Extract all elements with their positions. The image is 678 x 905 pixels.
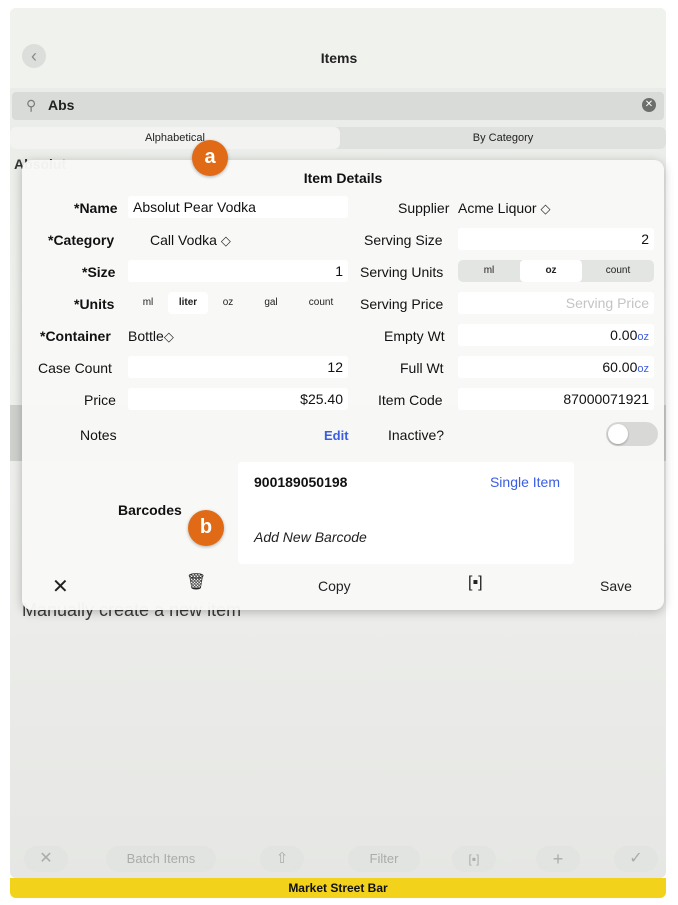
- container-label: *Container: [40, 328, 111, 344]
- serving-unit-oz[interactable]: oz: [520, 260, 582, 282]
- barcode-value[interactable]: 900189050198: [254, 474, 347, 490]
- nav-bar: [10, 8, 666, 88]
- price-label: Price: [84, 392, 116, 408]
- units-label: *Units: [74, 296, 115, 312]
- unit-oz[interactable]: oz: [208, 292, 248, 314]
- callout-badge-a: a: [192, 140, 228, 176]
- bottom-toolbar: ✕ Batch Items ⇧ Filter [▪] + ✓: [10, 838, 666, 878]
- save-button[interactable]: Save: [600, 578, 632, 594]
- item-details-dialog: Item Details *Name Absolut Pear Vodka *C…: [22, 160, 664, 610]
- callout-badge-b: b: [188, 510, 224, 546]
- sort-segmented-control[interactable]: Alphabetical By Category: [10, 127, 666, 149]
- search-input[interactable]: Abs: [48, 97, 74, 113]
- serving-units-label: Serving Units: [360, 264, 444, 280]
- chevron-updown-icon: ◇: [540, 201, 551, 216]
- trash-icon[interactable]: 🗑: [186, 572, 206, 592]
- close-icon[interactable]: ✕: [52, 574, 69, 599]
- unit-liter[interactable]: liter: [168, 292, 208, 314]
- barcodes-label: Barcodes: [118, 502, 182, 518]
- serving-price-placeholder: Serving Price: [565, 295, 649, 311]
- notes-edit-link[interactable]: Edit: [324, 428, 349, 443]
- toggle-knob: [608, 424, 628, 444]
- unit-ml[interactable]: ml: [128, 292, 168, 314]
- close-icon[interactable]: ✕: [24, 846, 68, 872]
- batch-items-button[interactable]: Batch Items: [106, 846, 216, 872]
- add-barcode-button[interactable]: Add New Barcode: [254, 529, 367, 545]
- container-picker[interactable]: Bottle◇: [128, 328, 174, 345]
- empty-wt-unit: oz: [637, 331, 649, 343]
- category-picker[interactable]: Call Vodka ◇: [150, 232, 231, 249]
- barcode-type-link[interactable]: Single Item: [490, 474, 560, 490]
- size-field[interactable]: 1: [128, 260, 348, 282]
- size-label: *Size: [82, 264, 116, 280]
- serving-price-label: Serving Price: [360, 296, 444, 312]
- empty-wt-value: 0.00: [610, 327, 638, 343]
- supplier-picker[interactable]: Acme Liquor ◇: [458, 200, 550, 217]
- unit-gal[interactable]: gal: [248, 292, 294, 314]
- inactive-toggle[interactable]: [606, 422, 658, 446]
- copy-button[interactable]: Copy: [318, 578, 351, 594]
- serving-unit-ml[interactable]: ml: [458, 260, 520, 282]
- units-segmented[interactable]: ml liter oz gal count: [128, 292, 348, 314]
- unit-count[interactable]: count: [294, 292, 348, 314]
- empty-wt-field[interactable]: 0.00oz: [458, 324, 654, 346]
- serving-units-segmented[interactable]: ml oz count: [458, 260, 654, 282]
- segment-alphabetical[interactable]: Alphabetical: [10, 127, 340, 149]
- full-wt-label: Full Wt: [400, 360, 444, 376]
- scan-barcode-icon[interactable]: [▪]: [468, 574, 483, 592]
- case-count-field[interactable]: 12: [128, 356, 348, 378]
- empty-wt-label: Empty Wt: [384, 328, 445, 344]
- serving-price-field[interactable]: Serving Price: [458, 292, 654, 314]
- item-code-label: Item Code: [378, 392, 443, 408]
- share-icon[interactable]: ⇧: [260, 846, 304, 872]
- name-label: *Name: [74, 200, 118, 216]
- category-value: Call Vodka: [150, 232, 217, 248]
- full-wt-value: 60.00: [602, 359, 638, 375]
- segment-by-category[interactable]: By Category: [340, 127, 666, 149]
- category-label: *Category: [48, 232, 115, 248]
- chevron-updown-icon: ◇: [220, 233, 231, 248]
- full-wt-unit: oz: [637, 363, 649, 375]
- serving-unit-count[interactable]: count: [582, 260, 654, 282]
- checkmark-icon[interactable]: ✓: [614, 846, 658, 872]
- notes-label: Notes: [80, 427, 117, 443]
- add-icon[interactable]: +: [536, 846, 580, 872]
- supplier-label: Supplier: [398, 200, 450, 216]
- case-count-label: Case Count: [38, 360, 112, 376]
- clear-icon[interactable]: ✕: [642, 98, 656, 112]
- supplier-value: Acme Liquor: [458, 200, 537, 216]
- barcode-list: 900189050198 Single Item Add New Barcode: [238, 462, 574, 564]
- inactive-label: Inactive?: [388, 427, 445, 443]
- serving-size-field[interactable]: 2: [458, 228, 654, 250]
- serving-size-label: Serving Size: [364, 232, 443, 248]
- search-icon: ⚲: [26, 97, 37, 113]
- item-code-field[interactable]: 87000071921: [458, 388, 654, 410]
- page-title: Items: [320, 50, 358, 66]
- price-field[interactable]: $25.40: [128, 388, 348, 410]
- container-value: Bottle: [128, 328, 164, 344]
- dialog-title: Item Details: [303, 170, 383, 186]
- scan-icon[interactable]: [▪]: [452, 846, 496, 872]
- venue-footer: Market Street Bar: [10, 878, 666, 898]
- filter-button[interactable]: Filter: [348, 846, 420, 872]
- full-wt-field[interactable]: 60.00oz: [458, 356, 654, 378]
- name-field[interactable]: Absolut Pear Vodka: [128, 196, 348, 218]
- search-bar[interactable]: ⚲ Abs ✕: [12, 92, 664, 120]
- chevron-updown-icon: ◇: [163, 329, 174, 344]
